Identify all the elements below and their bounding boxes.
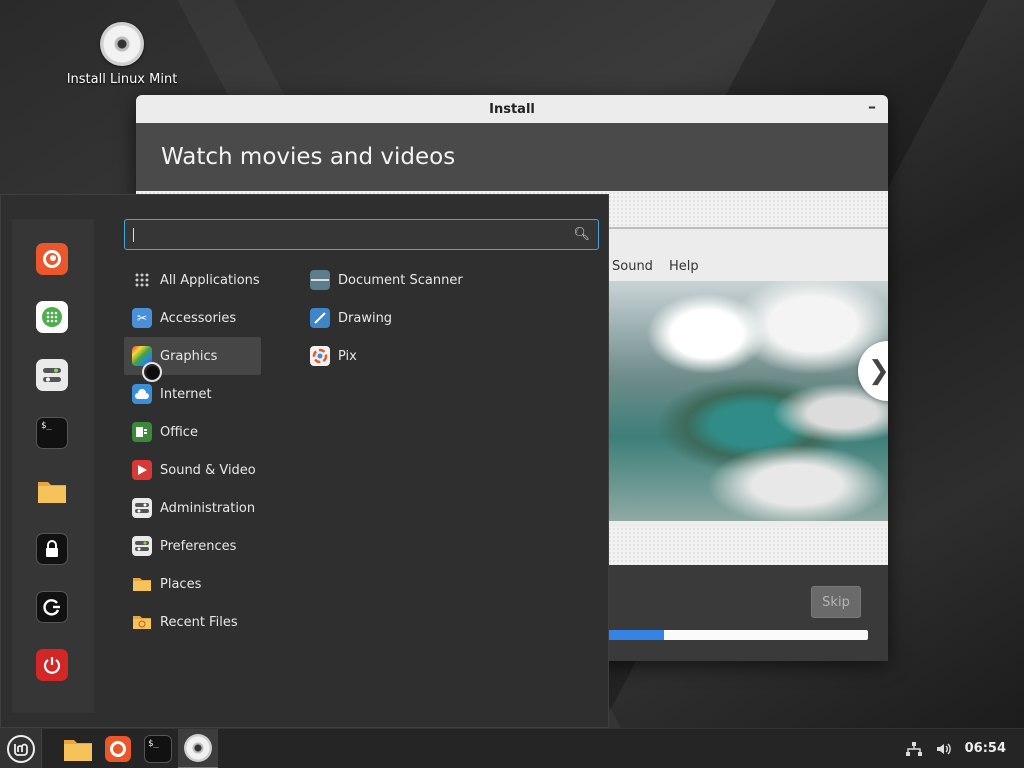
favorite-system-settings[interactable] xyxy=(36,359,68,391)
pix-icon xyxy=(310,346,330,366)
favorite-terminal[interactable]: $_ xyxy=(36,417,68,449)
lock-screen-icon xyxy=(46,540,58,557)
office-icon xyxy=(132,422,152,442)
category-office[interactable]: Office xyxy=(124,413,261,451)
taskbar-terminal[interactable]: $_ xyxy=(138,729,178,768)
software-manager-icon xyxy=(42,307,62,327)
clock[interactable]: 06:54 xyxy=(965,741,1006,756)
app-label: Pix xyxy=(338,348,357,364)
slide-menu-sound: Sound xyxy=(612,258,653,274)
search-box[interactable]: 🔍︎ xyxy=(124,219,599,250)
category-administration[interactable]: Administration xyxy=(124,489,261,527)
sound-video-icon xyxy=(132,460,152,480)
taskbar-installer[interactable] xyxy=(178,728,218,768)
files-icon xyxy=(38,482,66,503)
accessories-icon: ✂ xyxy=(132,308,152,328)
category-accessories[interactable]: ✂ Accessories xyxy=(124,299,261,337)
category-label: Internet xyxy=(160,386,212,402)
scanner-icon xyxy=(310,270,330,290)
category-internet[interactable]: Internet xyxy=(124,375,261,413)
favorite-software-manager[interactable] xyxy=(36,301,68,333)
linux-mint-logo-icon xyxy=(6,734,35,763)
files-icon xyxy=(64,739,92,761)
taskbar-files[interactable] xyxy=(58,729,98,768)
disc-icon xyxy=(100,22,144,66)
minimize-button[interactable]: – xyxy=(868,97,876,116)
places-folder-icon xyxy=(132,574,152,594)
desktop-icon-label: Install Linux Mint xyxy=(66,72,178,87)
drawing-icon xyxy=(310,308,330,328)
chevron-right-icon: ❯ xyxy=(868,356,888,386)
favorite-shutdown[interactable] xyxy=(36,649,68,681)
category-label: Graphics xyxy=(160,348,218,364)
install-progress-bar xyxy=(606,630,868,640)
favorites-sidebar: $_ xyxy=(12,219,94,713)
preferences-icon xyxy=(132,536,152,556)
slide-header: Watch movies and videos xyxy=(136,123,888,191)
volume-icon[interactable] xyxy=(935,741,953,757)
favorite-lock-screen[interactable] xyxy=(36,533,68,565)
app-label: Document Scanner xyxy=(338,272,463,288)
recent-files-icon xyxy=(132,612,152,632)
window-title: Install xyxy=(489,101,535,117)
category-label: Accessories xyxy=(160,310,237,326)
terminal-icon: $_ xyxy=(144,734,172,763)
category-preferences[interactable]: Preferences xyxy=(124,527,261,565)
application-list: Document Scanner Drawing Pix xyxy=(302,261,592,375)
firefox-icon xyxy=(105,735,131,762)
favorite-files[interactable] xyxy=(36,475,68,507)
next-slide-button[interactable]: ❯ xyxy=(858,341,888,401)
app-label: Drawing xyxy=(338,310,393,326)
category-label: Preferences xyxy=(160,538,237,554)
search-input[interactable] xyxy=(136,227,574,242)
video-preview-image: ❯ xyxy=(586,281,888,521)
system-tray: 06:54 xyxy=(905,741,1024,757)
category-label: All Applications xyxy=(160,272,260,288)
slide-heading: Watch movies and videos xyxy=(161,144,456,170)
graphics-icon xyxy=(132,346,152,366)
search-icon: 🔍︎ xyxy=(573,227,590,242)
logout-icon xyxy=(43,599,60,616)
system-settings-icon xyxy=(43,368,61,382)
favorite-firefox[interactable] xyxy=(36,243,68,275)
menu-button[interactable] xyxy=(0,728,42,768)
category-all-applications[interactable]: All Applications xyxy=(124,261,261,299)
internet-icon xyxy=(132,384,152,404)
category-recent-files[interactable]: Recent Files xyxy=(124,603,261,641)
application-menu: $_ 🔍︎ All Applications ✂ Accessories Gra… xyxy=(0,194,609,728)
slide-menu-help: Help xyxy=(668,258,699,274)
terminal-icon: $_ xyxy=(41,421,52,431)
category-graphics[interactable]: Graphics xyxy=(124,337,261,375)
firefox-icon xyxy=(43,250,61,268)
taskbar: $_ 06:54 xyxy=(0,728,1024,768)
category-label: Recent Files xyxy=(160,614,238,630)
category-label: Sound & Video xyxy=(160,462,256,478)
app-drawing[interactable]: Drawing xyxy=(302,299,592,337)
install-linux-mint-launcher[interactable]: Install Linux Mint xyxy=(62,22,182,87)
text-caret xyxy=(133,227,134,242)
favorite-logout[interactable] xyxy=(36,591,68,623)
window-titlebar[interactable]: Install – xyxy=(136,95,888,123)
shutdown-icon xyxy=(43,657,61,674)
category-places[interactable]: Places xyxy=(124,565,261,603)
administration-icon xyxy=(132,498,152,518)
app-document-scanner[interactable]: Document Scanner xyxy=(302,261,592,299)
skip-button[interactable]: Skip xyxy=(811,586,861,618)
grid-icon xyxy=(132,270,152,290)
network-icon[interactable] xyxy=(905,741,923,757)
category-label: Administration xyxy=(160,500,256,516)
category-list: All Applications ✂ Accessories Graphics … xyxy=(124,261,261,641)
install-progress-fill xyxy=(606,630,664,640)
installer-disc-icon xyxy=(184,733,212,762)
category-label: Places xyxy=(160,576,202,592)
category-sound-video[interactable]: Sound & Video xyxy=(124,451,261,489)
taskbar-firefox[interactable] xyxy=(98,729,138,768)
category-label: Office xyxy=(160,424,198,440)
app-pix[interactable]: Pix xyxy=(302,337,592,375)
